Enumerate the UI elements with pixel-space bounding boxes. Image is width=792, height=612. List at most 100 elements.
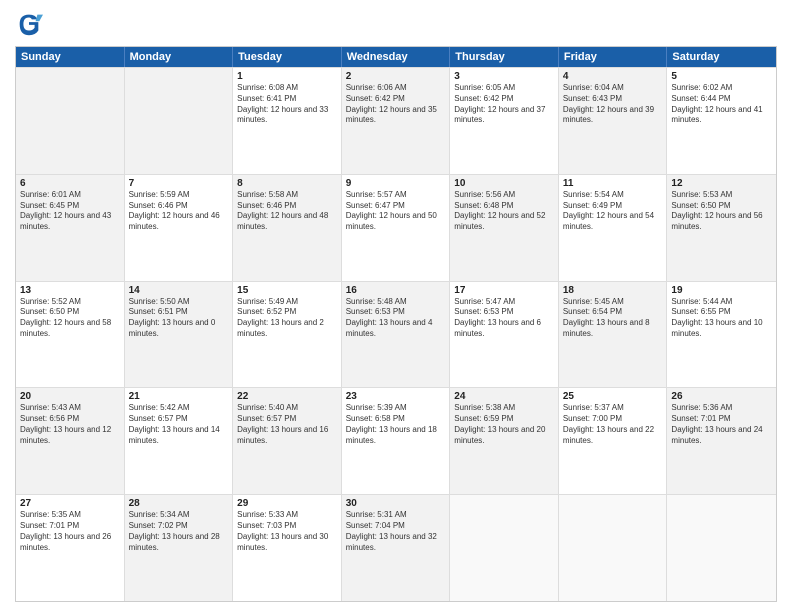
cell-info: Sunrise: 6:05 AM Sunset: 6:42 PM Dayligh… xyxy=(454,83,554,126)
day-number: 6 xyxy=(20,178,120,189)
cell-info: Sunrise: 5:47 AM Sunset: 6:53 PM Dayligh… xyxy=(454,297,554,340)
day-number: 28 xyxy=(129,498,229,509)
day-number: 13 xyxy=(20,285,120,296)
empty-cell xyxy=(559,495,668,601)
day-number: 15 xyxy=(237,285,337,296)
day-number: 9 xyxy=(346,178,446,189)
day-number: 23 xyxy=(346,391,446,402)
cell-info: Sunrise: 5:58 AM Sunset: 6:46 PM Dayligh… xyxy=(237,190,337,233)
empty-cell xyxy=(16,68,125,174)
day-cell-23: 23Sunrise: 5:39 AM Sunset: 6:58 PM Dayli… xyxy=(342,388,451,494)
cell-info: Sunrise: 5:34 AM Sunset: 7:02 PM Dayligh… xyxy=(129,510,229,553)
header-day-wednesday: Wednesday xyxy=(342,47,451,67)
cell-info: Sunrise: 5:33 AM Sunset: 7:03 PM Dayligh… xyxy=(237,510,337,553)
day-cell-16: 16Sunrise: 5:48 AM Sunset: 6:53 PM Dayli… xyxy=(342,282,451,388)
day-cell-24: 24Sunrise: 5:38 AM Sunset: 6:59 PM Dayli… xyxy=(450,388,559,494)
header-day-saturday: Saturday xyxy=(667,47,776,67)
day-cell-17: 17Sunrise: 5:47 AM Sunset: 6:53 PM Dayli… xyxy=(450,282,559,388)
day-number: 3 xyxy=(454,71,554,82)
day-cell-8: 8Sunrise: 5:58 AM Sunset: 6:46 PM Daylig… xyxy=(233,175,342,281)
day-cell-6: 6Sunrise: 6:01 AM Sunset: 6:45 PM Daylig… xyxy=(16,175,125,281)
day-number: 5 xyxy=(671,71,772,82)
day-number: 2 xyxy=(346,71,446,82)
day-number: 25 xyxy=(563,391,663,402)
day-number: 16 xyxy=(346,285,446,296)
cell-info: Sunrise: 5:56 AM Sunset: 6:48 PM Dayligh… xyxy=(454,190,554,233)
day-cell-28: 28Sunrise: 5:34 AM Sunset: 7:02 PM Dayli… xyxy=(125,495,234,601)
cell-info: Sunrise: 6:04 AM Sunset: 6:43 PM Dayligh… xyxy=(563,83,663,126)
cell-info: Sunrise: 5:53 AM Sunset: 6:50 PM Dayligh… xyxy=(671,190,772,233)
cell-info: Sunrise: 5:43 AM Sunset: 6:56 PM Dayligh… xyxy=(20,403,120,446)
day-cell-30: 30Sunrise: 5:31 AM Sunset: 7:04 PM Dayli… xyxy=(342,495,451,601)
calendar-body: 1Sunrise: 6:08 AM Sunset: 6:41 PM Daylig… xyxy=(16,67,776,601)
day-number: 21 xyxy=(129,391,229,402)
day-number: 4 xyxy=(563,71,663,82)
cell-info: Sunrise: 5:40 AM Sunset: 6:57 PM Dayligh… xyxy=(237,403,337,446)
cell-info: Sunrise: 5:54 AM Sunset: 6:49 PM Dayligh… xyxy=(563,190,663,233)
header xyxy=(15,10,777,38)
calendar-header: SundayMondayTuesdayWednesdayThursdayFrid… xyxy=(16,47,776,67)
day-number: 24 xyxy=(454,391,554,402)
cell-info: Sunrise: 5:50 AM Sunset: 6:51 PM Dayligh… xyxy=(129,297,229,340)
day-number: 11 xyxy=(563,178,663,189)
calendar-row-3: 13Sunrise: 5:52 AM Sunset: 6:50 PM Dayli… xyxy=(16,281,776,388)
day-cell-1: 1Sunrise: 6:08 AM Sunset: 6:41 PM Daylig… xyxy=(233,68,342,174)
day-cell-20: 20Sunrise: 5:43 AM Sunset: 6:56 PM Dayli… xyxy=(16,388,125,494)
logo-icon xyxy=(15,10,43,38)
day-cell-21: 21Sunrise: 5:42 AM Sunset: 6:57 PM Dayli… xyxy=(125,388,234,494)
cell-info: Sunrise: 5:37 AM Sunset: 7:00 PM Dayligh… xyxy=(563,403,663,446)
day-cell-12: 12Sunrise: 5:53 AM Sunset: 6:50 PM Dayli… xyxy=(667,175,776,281)
day-number: 12 xyxy=(671,178,772,189)
day-number: 18 xyxy=(563,285,663,296)
cell-info: Sunrise: 6:08 AM Sunset: 6:41 PM Dayligh… xyxy=(237,83,337,126)
cell-info: Sunrise: 5:57 AM Sunset: 6:47 PM Dayligh… xyxy=(346,190,446,233)
day-cell-26: 26Sunrise: 5:36 AM Sunset: 7:01 PM Dayli… xyxy=(667,388,776,494)
day-cell-10: 10Sunrise: 5:56 AM Sunset: 6:48 PM Dayli… xyxy=(450,175,559,281)
day-cell-25: 25Sunrise: 5:37 AM Sunset: 7:00 PM Dayli… xyxy=(559,388,668,494)
calendar-row-1: 1Sunrise: 6:08 AM Sunset: 6:41 PM Daylig… xyxy=(16,67,776,174)
cell-info: Sunrise: 5:39 AM Sunset: 6:58 PM Dayligh… xyxy=(346,403,446,446)
cell-info: Sunrise: 5:59 AM Sunset: 6:46 PM Dayligh… xyxy=(129,190,229,233)
cell-info: Sunrise: 5:36 AM Sunset: 7:01 PM Dayligh… xyxy=(671,403,772,446)
day-number: 22 xyxy=(237,391,337,402)
day-number: 1 xyxy=(237,71,337,82)
cell-info: Sunrise: 5:45 AM Sunset: 6:54 PM Dayligh… xyxy=(563,297,663,340)
day-number: 17 xyxy=(454,285,554,296)
day-number: 26 xyxy=(671,391,772,402)
day-number: 20 xyxy=(20,391,120,402)
day-number: 27 xyxy=(20,498,120,509)
cell-info: Sunrise: 6:06 AM Sunset: 6:42 PM Dayligh… xyxy=(346,83,446,126)
day-cell-15: 15Sunrise: 5:49 AM Sunset: 6:52 PM Dayli… xyxy=(233,282,342,388)
day-cell-9: 9Sunrise: 5:57 AM Sunset: 6:47 PM Daylig… xyxy=(342,175,451,281)
cell-info: Sunrise: 5:35 AM Sunset: 7:01 PM Dayligh… xyxy=(20,510,120,553)
day-cell-4: 4Sunrise: 6:04 AM Sunset: 6:43 PM Daylig… xyxy=(559,68,668,174)
cell-info: Sunrise: 5:31 AM Sunset: 7:04 PM Dayligh… xyxy=(346,510,446,553)
day-cell-11: 11Sunrise: 5:54 AM Sunset: 6:49 PM Dayli… xyxy=(559,175,668,281)
header-day-sunday: Sunday xyxy=(16,47,125,67)
page: SundayMondayTuesdayWednesdayThursdayFrid… xyxy=(0,0,792,612)
header-day-tuesday: Tuesday xyxy=(233,47,342,67)
empty-cell xyxy=(667,495,776,601)
day-number: 10 xyxy=(454,178,554,189)
calendar-row-5: 27Sunrise: 5:35 AM Sunset: 7:01 PM Dayli… xyxy=(16,494,776,601)
day-number: 29 xyxy=(237,498,337,509)
cell-info: Sunrise: 5:49 AM Sunset: 6:52 PM Dayligh… xyxy=(237,297,337,340)
empty-cell xyxy=(125,68,234,174)
day-cell-7: 7Sunrise: 5:59 AM Sunset: 6:46 PM Daylig… xyxy=(125,175,234,281)
day-number: 14 xyxy=(129,285,229,296)
day-cell-19: 19Sunrise: 5:44 AM Sunset: 6:55 PM Dayli… xyxy=(667,282,776,388)
day-number: 19 xyxy=(671,285,772,296)
cell-info: Sunrise: 6:01 AM Sunset: 6:45 PM Dayligh… xyxy=(20,190,120,233)
day-number: 30 xyxy=(346,498,446,509)
cell-info: Sunrise: 5:52 AM Sunset: 6:50 PM Dayligh… xyxy=(20,297,120,340)
day-cell-2: 2Sunrise: 6:06 AM Sunset: 6:42 PM Daylig… xyxy=(342,68,451,174)
header-day-friday: Friday xyxy=(559,47,668,67)
day-cell-5: 5Sunrise: 6:02 AM Sunset: 6:44 PM Daylig… xyxy=(667,68,776,174)
calendar-row-4: 20Sunrise: 5:43 AM Sunset: 6:56 PM Dayli… xyxy=(16,387,776,494)
cell-info: Sunrise: 5:38 AM Sunset: 6:59 PM Dayligh… xyxy=(454,403,554,446)
day-cell-27: 27Sunrise: 5:35 AM Sunset: 7:01 PM Dayli… xyxy=(16,495,125,601)
cell-info: Sunrise: 5:44 AM Sunset: 6:55 PM Dayligh… xyxy=(671,297,772,340)
header-day-monday: Monday xyxy=(125,47,234,67)
empty-cell xyxy=(450,495,559,601)
header-day-thursday: Thursday xyxy=(450,47,559,67)
